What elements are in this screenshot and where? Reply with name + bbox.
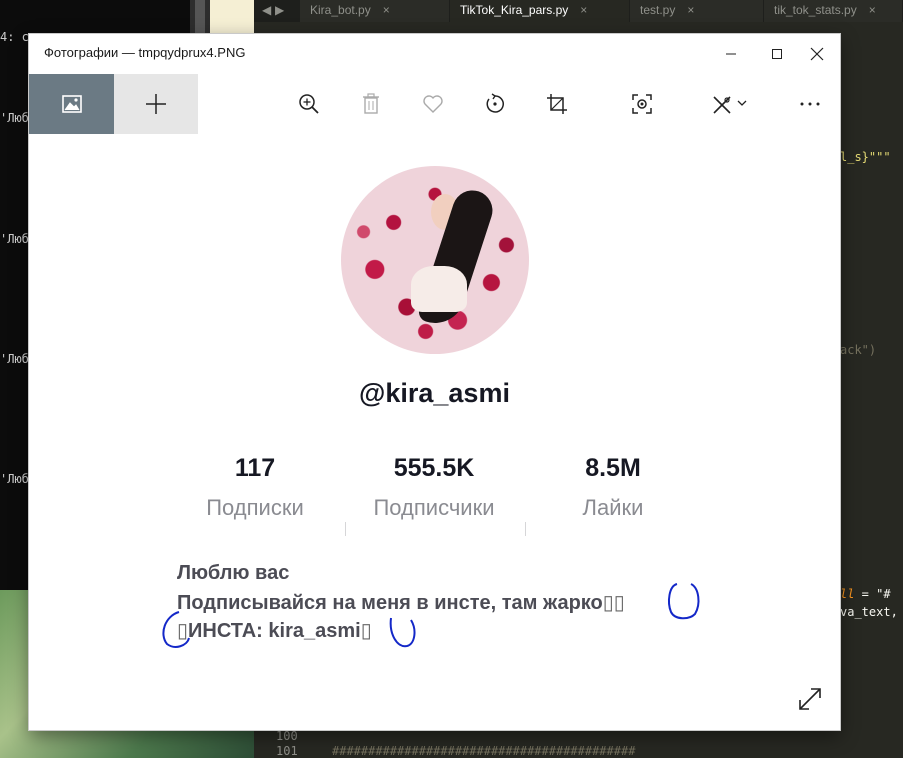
- annotation-marks: [162, 583, 700, 648]
- zoom-in-icon: [299, 94, 319, 114]
- editor-tabbar: ◀ ▶ Kira_bot.py × TikTok_Kira_pars.py × te…: [254, 0, 903, 22]
- delete-icon: [363, 93, 379, 114]
- more-icon: [800, 102, 820, 106]
- tab-nav-arrows[interactable]: ◀ ▶: [262, 0, 284, 22]
- more-button[interactable]: [790, 74, 830, 134]
- photos-window: Фотографии — tmpqydprux4.PNG @kira_asmi …: [29, 34, 840, 730]
- minimize-icon: [726, 53, 736, 55]
- line-number: 100: [276, 729, 298, 743]
- delete-button[interactable]: [351, 74, 391, 134]
- terminal-line: 'Люб: [0, 472, 29, 486]
- tab-tiktok-kira-pars[interactable]: TikTok_Kira_pars.py ×: [450, 0, 630, 22]
- crop-icon: [547, 94, 567, 114]
- close-tab-icon[interactable]: ×: [383, 3, 390, 17]
- toolbar: [29, 74, 840, 134]
- edit-draw-button[interactable]: [707, 74, 753, 134]
- close-icon: [810, 47, 824, 61]
- terminal-line: 'Люб: [0, 111, 29, 125]
- tab-tik-tok-stats[interactable]: tik_tok_stats.py ×: [764, 0, 903, 22]
- tab-kira-bot[interactable]: Kira_bot.py ×: [300, 0, 450, 22]
- fullscreen-button[interactable]: [797, 686, 823, 712]
- expand-icon: [799, 688, 821, 710]
- terminal-line: 'Люб: [0, 352, 29, 366]
- code-comment: ########################################…: [332, 744, 636, 758]
- terminal-line: 'Люб: [0, 232, 29, 246]
- rotate-button[interactable]: [475, 74, 515, 134]
- title-bar[interactable]: Фотографии — tmpqydprux4.PNG: [29, 34, 840, 74]
- gallery-button[interactable]: [29, 74, 114, 134]
- background-window-edge: [210, 0, 254, 34]
- tab-test[interactable]: test.py ×: [630, 0, 764, 22]
- terminal-line: 4: с: [0, 30, 29, 44]
- edit-draw-icon: [713, 96, 747, 114]
- image-canvas[interactable]: @kira_asmi 117 Подписки 555.5K Подписчик…: [29, 134, 840, 730]
- scrollbar-thumb[interactable]: [195, 0, 205, 34]
- crop-button[interactable]: [537, 74, 577, 134]
- close-tab-icon[interactable]: ×: [580, 3, 587, 17]
- code-fragment: ll = "#: [840, 587, 891, 601]
- add-icon: [146, 94, 166, 114]
- enhance-icon: [632, 94, 652, 114]
- gallery-icon: [61, 95, 82, 113]
- enhance-button[interactable]: [622, 74, 662, 134]
- minimize-button[interactable]: [708, 34, 754, 74]
- close-button[interactable]: [794, 34, 840, 74]
- add-button[interactable]: [114, 74, 198, 134]
- close-tab-icon[interactable]: ×: [687, 3, 694, 17]
- terminal-scrollbar[interactable]: [190, 0, 210, 34]
- line-number: 101: [276, 744, 298, 758]
- favorite-button[interactable]: [413, 74, 453, 134]
- window-title: Фотографии — tmpqydprux4.PNG: [44, 45, 246, 60]
- rotate-icon: [486, 93, 504, 113]
- close-tab-icon[interactable]: ×: [869, 3, 876, 17]
- maximize-icon: [772, 49, 782, 59]
- code-fragment: va_text,: [840, 605, 898, 619]
- zoom-button[interactable]: [289, 74, 329, 134]
- code-fragment: l_s}""": [840, 150, 891, 164]
- code-fragment: ack"): [840, 343, 877, 357]
- favorite-icon: [423, 95, 443, 113]
